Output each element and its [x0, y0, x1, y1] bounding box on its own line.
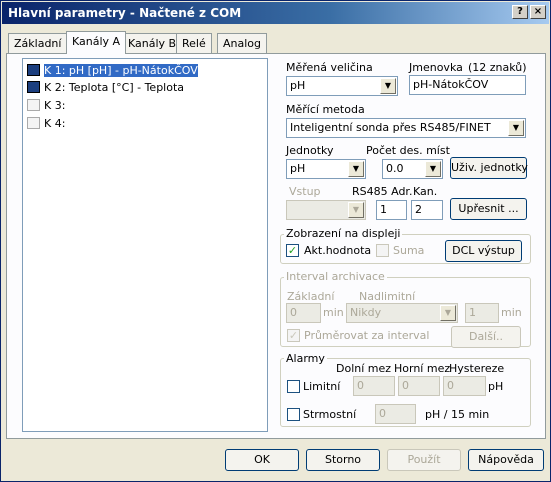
rs485-address-input[interactable]: 1	[376, 200, 407, 220]
chevron-down-icon: ▼	[440, 305, 456, 321]
archive-more-button[interactable]: Další..	[451, 326, 521, 348]
measured-qty-label: Měřená veličina	[286, 61, 373, 74]
sum-checkbox[interactable]	[376, 244, 389, 257]
steep-alarm-checkbox[interactable]	[287, 408, 300, 421]
tab-rele[interactable]: Relé	[176, 33, 212, 53]
archive-basic-label: Základní	[287, 290, 335, 303]
channel-item-k4[interactable]: K 4:	[27, 117, 65, 133]
alarms-group-title: Alarmy	[284, 352, 327, 365]
channel-number-label: Kan.	[413, 185, 438, 198]
name-label: Jmenovka	[409, 61, 463, 74]
chevron-down-icon: ▼	[380, 78, 396, 94]
current-value-label: Akt.hodnota	[304, 244, 372, 257]
limit-alarm-label: Limitní	[303, 380, 341, 393]
steep-input[interactable]: 0	[375, 404, 416, 424]
help-button[interactable]: Nápověda	[468, 449, 544, 471]
dcl-output-button[interactable]: DCL výstup	[445, 240, 522, 262]
limit-unit: pH	[488, 380, 504, 393]
close-icon[interactable]: ×	[530, 5, 546, 19]
sum-label: Suma	[393, 244, 425, 257]
rs485-label: RS485 Adr.	[352, 185, 413, 198]
help-icon[interactable]: ?	[512, 5, 528, 19]
archive-basic-input[interactable]: 0	[286, 303, 321, 323]
tab-analog[interactable]: Analog	[217, 33, 268, 53]
channel-list[interactable]: K 1: pH [pH] - pH-NátokČOV K 2: Teplota …	[22, 58, 268, 432]
name-hint: (12 znaků)	[468, 61, 527, 74]
display-group-title: Zobrazení na displeji	[284, 227, 403, 240]
channel-icon	[27, 64, 40, 76]
chevron-down-icon: ▼	[425, 161, 441, 177]
current-value-checkbox[interactable]: ✓	[286, 244, 299, 257]
average-checkbox[interactable]: ✓	[287, 329, 300, 342]
name-input[interactable]: pH-NátokČOV	[409, 75, 526, 95]
limit-alarm-checkbox[interactable]	[287, 380, 300, 393]
archive-basic-unit: min	[323, 306, 344, 319]
ok-button[interactable]: OK	[225, 449, 299, 471]
cancel-button[interactable]: Storno	[306, 449, 380, 471]
tab-kanaly-b[interactable]: Kanály B	[122, 33, 183, 53]
window-title: Hlavní parametry - Načtené z COM	[8, 6, 242, 20]
channel-item-k3[interactable]: K 3:	[27, 99, 65, 115]
archive-limit-select[interactable]: Nikdy ▼	[346, 303, 458, 323]
hysteresis-input[interactable]: 0	[443, 376, 486, 396]
channel-icon	[27, 99, 40, 111]
archive-limit-unit: min	[501, 306, 522, 319]
measured-qty-select[interactable]: pH ▼	[286, 76, 398, 96]
archive-limit-input[interactable]: 1	[465, 303, 499, 323]
lower-limit-label: Dolní mez	[336, 362, 392, 375]
channel-number-input[interactable]: 2	[411, 200, 443, 220]
chevron-down-icon: ▼	[348, 161, 364, 177]
archive-group-title: Interval archivace	[284, 270, 387, 283]
tab-zakladni[interactable]: Základní	[8, 33, 68, 53]
tab-kanaly-a[interactable]: Kanály A	[66, 31, 127, 54]
upper-limit-input[interactable]: 0	[398, 376, 440, 396]
apply-button[interactable]: Použít	[387, 449, 461, 471]
channel-icon	[27, 117, 40, 129]
method-label: Měřící metoda	[286, 103, 365, 116]
decimals-label: Počet des. míst	[366, 144, 450, 157]
input-label: Vstup	[289, 185, 321, 198]
decimals-select[interactable]: 0.0 ▼	[382, 159, 443, 179]
title-bar[interactable]: Hlavní parametry - Načtené z COM	[2, 2, 549, 24]
average-label: Průměrovat za interval	[304, 329, 430, 342]
refine-button[interactable]: Upřesnit ...	[450, 198, 527, 220]
units-select[interactable]: pH ▼	[286, 159, 366, 179]
channel-item-k1[interactable]: K 1: pH [pH] - pH-NátokČOV	[27, 64, 198, 80]
steep-alarm-label: Strmostní	[303, 408, 357, 421]
method-select[interactable]: Inteligentní sonda přes RS485/FINET ▼	[286, 118, 526, 138]
chevron-down-icon: ▼	[348, 202, 364, 218]
input-select[interactable]: ▼	[286, 200, 366, 220]
units-label: Jednotky	[286, 144, 334, 157]
steep-unit: pH / 15 min	[425, 408, 490, 421]
dialog-window: Hlavní parametry - Načtené z COM ? × Zák…	[0, 0, 551, 482]
user-units-button[interactable]: Uživ. jednotky	[450, 157, 528, 179]
channel-icon	[27, 81, 40, 93]
archive-limit-label: Nadlimitní	[359, 290, 416, 303]
hysteresis-label: Hystereze	[449, 362, 505, 375]
channel-item-k2[interactable]: K 2: Teplota [°C] - Teplota	[27, 81, 184, 97]
chevron-down-icon: ▼	[508, 120, 524, 136]
upper-limit-label: Horní mez	[394, 362, 451, 375]
lower-limit-input[interactable]: 0	[353, 376, 395, 396]
